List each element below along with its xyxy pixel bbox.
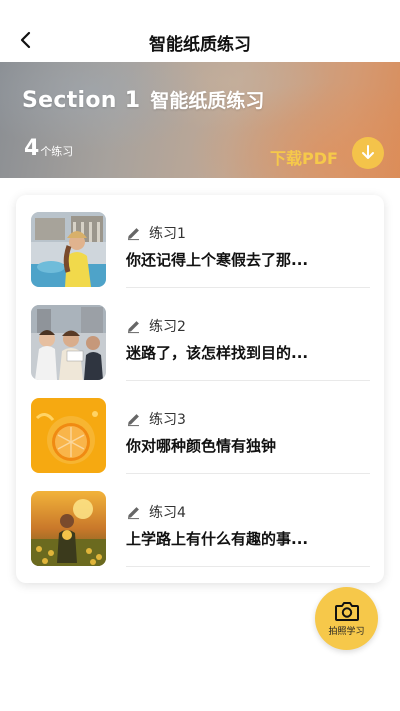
exercise-title: 迷路了，该怎样找到目的... [126,344,309,362]
exercise-list-card: 练习1 你还记得上个寒假去了那... 练习2 迷路了，该怎样找到目的... 练习… [16,195,384,583]
page-title: 智能纸质练习 [149,35,251,55]
photo-study-button[interactable]: 拍照学习 [315,587,378,650]
pencil-icon [128,413,139,426]
exercise-thumbnail-4 [31,491,106,566]
exercise-label: 练习2 [149,319,186,335]
section-name: 智能纸质练习 [150,90,265,112]
exercise-title: 你对哪种颜色情有独钟 [126,437,277,455]
exercise-label: 练习1 [149,226,186,242]
exercise-item-1[interactable]: 练习1 你还记得上个寒假去了那... [16,195,384,288]
pencil-icon [128,227,139,240]
camera-icon [334,602,359,621]
exercise-label-row-2: 练习2 [126,316,186,336]
photo-study-label: 拍照学习 [328,627,365,637]
exercise-count-unit: 个练习 [40,145,74,158]
exercise-thumbnail-3 [31,398,106,473]
exercise-label-row-3: 练习3 [126,409,186,429]
exercise-thumbnail-2 [31,305,106,380]
app-screen: 智能纸质练习 Section 1 智能纸质练习 4 个练习 下载PDF 练习1 … [0,0,400,711]
exercise-count: 4 个练习 [24,136,73,161]
pencil-icon [128,320,139,333]
section-label: Section 1 [22,88,141,113]
exercise-label: 练习4 [149,505,186,521]
exercise-thumbnail-1 [31,212,106,287]
download-arrow-icon [362,145,374,159]
exercise-title: 你还记得上个寒假去了那... [126,251,309,269]
exercise-label-row-4: 练习4 [126,502,186,522]
exercise-item-3[interactable]: 练习3 你对哪种颜色情有独钟 [16,381,384,474]
item-divider [126,566,370,567]
pencil-icon [128,506,139,519]
top-nav-bar: 智能纸质练习 [0,0,400,62]
banner-heading: Section 1 智能纸质练习 [22,86,264,113]
exercise-item-2[interactable]: 练习2 迷路了，该怎样找到目的... [16,288,384,381]
exercise-title: 上学路上有什么有趣的事... [126,530,309,548]
exercise-label-row-1: 练习1 [126,223,186,243]
section-banner: Section 1 智能纸质练习 4 个练习 下载PDF [0,62,400,178]
download-pdf-link[interactable]: 下载PDF [270,145,338,169]
exercise-item-4[interactable]: 练习4 上学路上有什么有趣的事... [16,474,384,567]
exercise-count-number: 4 [24,136,40,161]
download-pdf-button[interactable] [352,137,384,169]
exercise-label: 练习3 [149,412,186,428]
